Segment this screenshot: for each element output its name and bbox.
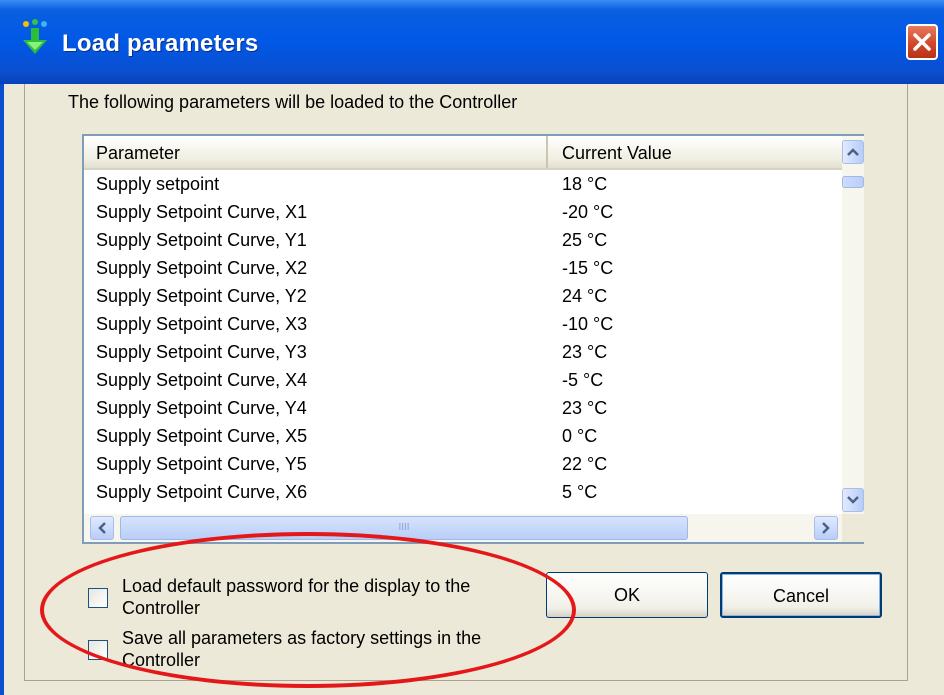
value-cell: 5 °C — [562, 482, 598, 502]
table-row[interactable]: Supply Setpoint Curve, Y5 22 °C — [84, 450, 842, 478]
scroll-right-button[interactable] — [814, 516, 838, 540]
value-cell: -20 °C — [562, 202, 614, 222]
parameter-cell: Supply Setpoint Curve, X5 — [96, 426, 308, 446]
parameter-cell: Supply Setpoint Curve, X4 — [96, 370, 308, 390]
parameter-cell: Supply setpoint — [96, 174, 220, 194]
close-button[interactable] — [906, 24, 938, 60]
scroll-down-icon — [847, 496, 859, 504]
parameter-cell: Supply Setpoint Curve, X6 — [96, 482, 308, 502]
column-header-parameter[interactable]: Parameter — [84, 136, 548, 168]
parameter-cell: Supply Setpoint Curve, Y2 — [96, 286, 307, 306]
value-cell: -5 °C — [562, 370, 604, 390]
load-default-password-checkbox[interactable] — [88, 588, 108, 608]
value-cell: 23 °C — [562, 398, 608, 418]
dialog-title: Load parameters — [62, 30, 259, 57]
value-cell: -10 °C — [562, 314, 614, 334]
column-header-current-value[interactable]: Current Value — [550, 136, 842, 168]
scroll-left-icon — [98, 522, 106, 534]
vertical-scrollbar[interactable] — [842, 136, 864, 514]
value-cell: 22 °C — [562, 454, 608, 474]
value-cell: 23 °C — [562, 342, 608, 362]
horizontal-scrollbar[interactable]: IIII — [84, 514, 842, 542]
vertical-scroll-thumb[interactable] — [842, 176, 864, 188]
load-parameters-icon — [23, 19, 47, 54]
table-row[interactable]: Supply Setpoint Curve, X4 -5 °C — [84, 366, 842, 394]
list-header: Parameter Current Value — [84, 136, 842, 170]
value-cell: 24 °C — [562, 286, 608, 306]
scroll-up-icon — [847, 148, 859, 156]
parameter-cell: Supply Setpoint Curve, Y4 — [96, 398, 307, 418]
scrollbar-corner — [842, 514, 864, 542]
value-cell: 0 °C — [562, 426, 598, 446]
value-cell: -15 °C — [562, 258, 614, 278]
table-row[interactable]: Supply Setpoint Curve, X5 0 °C — [84, 422, 842, 450]
cancel-button[interactable]: Cancel — [720, 572, 882, 618]
intro-text: The following parameters will be loaded … — [68, 92, 518, 112]
scroll-right-icon — [822, 522, 830, 534]
parameter-cell: Supply Setpoint Curve, X3 — [96, 314, 308, 334]
table-row[interactable]: Supply Setpoint Curve, Y4 23 °C — [84, 394, 842, 422]
parameter-cell: Supply Setpoint Curve, Y5 — [96, 454, 307, 474]
load-default-password-label[interactable]: Load default password for the display to… — [122, 575, 542, 619]
horizontal-scroll-thumb[interactable]: IIII — [120, 516, 688, 540]
parameter-cell: Supply Setpoint Curve, X2 — [96, 258, 308, 278]
table-row[interactable]: Supply Setpoint Curve, Y3 23 °C — [84, 338, 842, 366]
ok-button[interactable]: OK — [546, 572, 708, 618]
scroll-down-button[interactable] — [842, 488, 864, 512]
title-bar[interactable]: Load parameters — [0, 0, 944, 84]
table-row[interactable]: Supply Setpoint Curve, Y1 25 °C — [84, 226, 842, 254]
scroll-up-button[interactable] — [842, 140, 864, 164]
table-row[interactable]: Supply Setpoint Curve, X2 -15 °C — [84, 254, 842, 282]
scroll-left-button[interactable] — [90, 516, 114, 540]
table-row[interactable]: Supply Setpoint Curve, X3 -10 °C — [84, 310, 842, 338]
table-row[interactable]: Supply Setpoint Curve, X1 -20 °C — [84, 198, 842, 226]
parameter-cell: Supply Setpoint Curve, Y3 — [96, 342, 307, 362]
value-cell: 25 °C — [562, 230, 608, 250]
parameters-list[interactable]: Parameter Current Value Supply setpoint 1… — [82, 134, 864, 544]
load-parameters-dialog: Load parameters The following parameters… — [0, 0, 944, 695]
table-row[interactable]: Supply Setpoint Curve, Y2 24 °C — [84, 282, 842, 310]
parameter-cell: Supply Setpoint Curve, Y1 — [96, 230, 307, 250]
close-icon — [913, 33, 931, 51]
save-factory-settings-checkbox[interactable] — [88, 640, 108, 660]
window-border — [0, 84, 4, 695]
parameter-cell: Supply Setpoint Curve, X1 — [96, 202, 308, 222]
value-cell: 18 °C — [562, 174, 608, 194]
table-row[interactable]: Supply Setpoint Curve, X6 5 °C — [84, 478, 842, 506]
save-factory-settings-label[interactable]: Save all parameters as factory settings … — [122, 627, 542, 671]
table-row[interactable]: Supply setpoint 18 °C — [84, 170, 842, 198]
list-rows: Supply setpoint 18 °C Supply Setpoint Curv… — [84, 170, 842, 510]
